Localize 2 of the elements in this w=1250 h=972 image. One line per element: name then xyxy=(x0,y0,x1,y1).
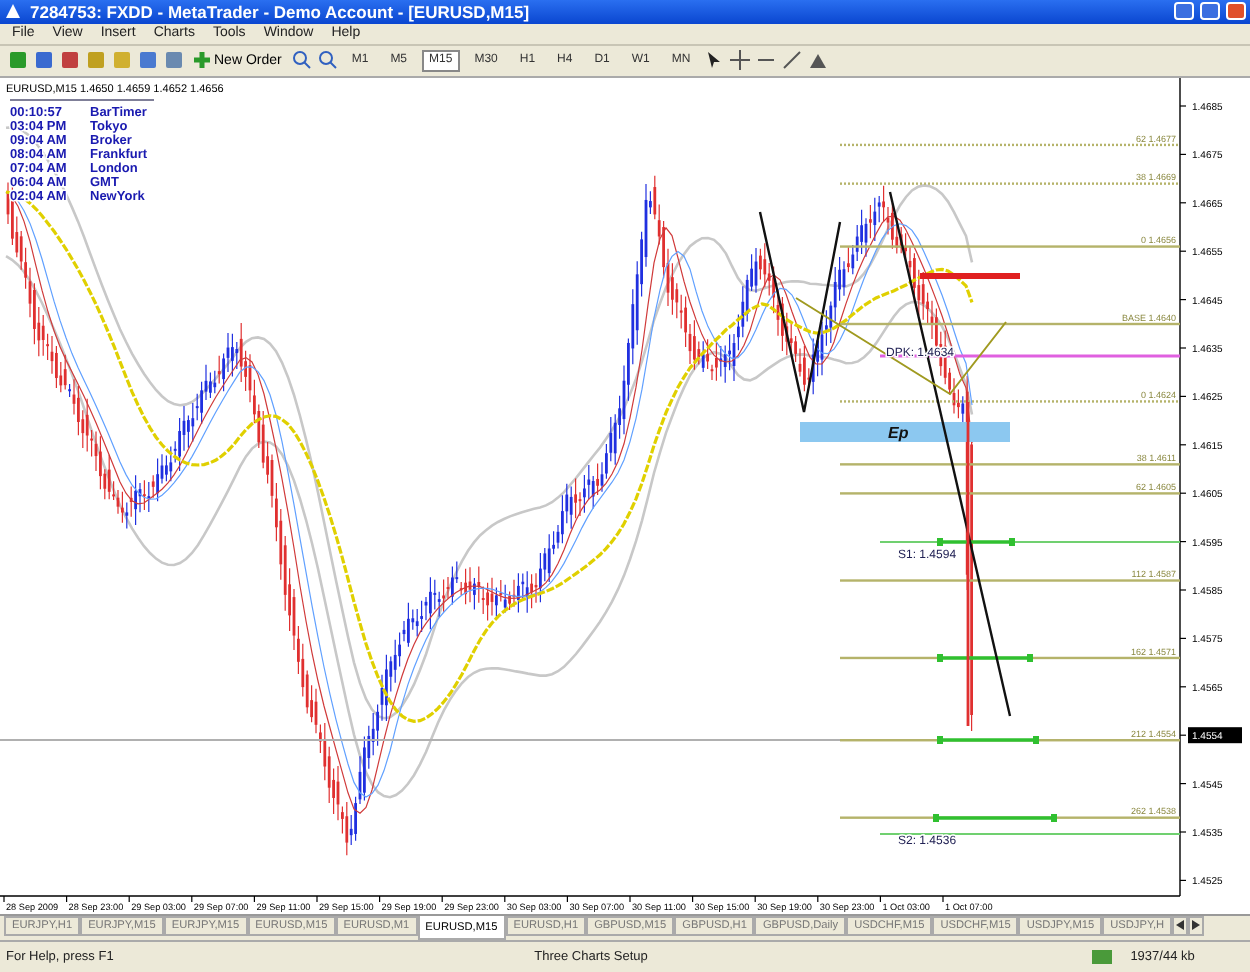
window-title: 7284753: FXDD - MetaTrader - Demo Account - [EURUSD,M15] xyxy=(30,1,532,22)
entry-label: Ep xyxy=(888,423,909,442)
